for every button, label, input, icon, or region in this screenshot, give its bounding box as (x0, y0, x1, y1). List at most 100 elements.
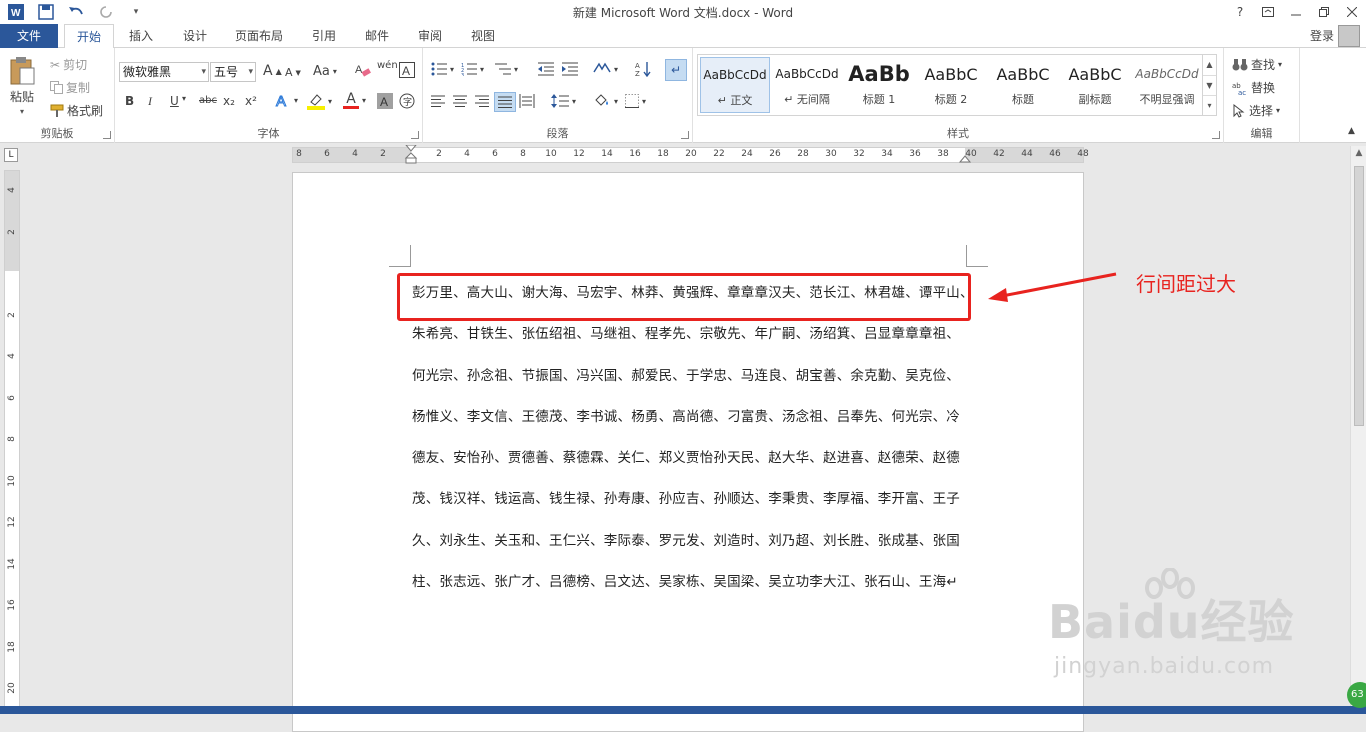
style-heading-2[interactable]: AaBbC 标题 2 (916, 57, 986, 113)
underline-dropdown-icon[interactable]: ▾ (182, 94, 186, 103)
highlight-button[interactable]: ▾ (307, 92, 332, 110)
style-heading-2-name: 标题 2 (934, 93, 968, 106)
italic-button[interactable]: I (148, 94, 152, 109)
editing-group: 查找 ▾ ab ac 替换 选择 ▾ 编辑 (1224, 48, 1300, 143)
tab-view[interactable]: 视图 (461, 24, 505, 48)
multilevel-list-button[interactable]: ▾ (495, 62, 518, 76)
styles-gallery-scroll[interactable]: ▲ ▼ ▾ (1202, 55, 1216, 115)
cut-button[interactable]: ✂ 剪切 (50, 56, 87, 73)
chevron-down-icon[interactable]: ▼ (1203, 75, 1216, 95)
strikethrough-button[interactable]: abc (199, 95, 217, 106)
numbering-button[interactable]: 1 2 3 ▾ (461, 62, 484, 76)
clipboard-launcher-icon[interactable] (103, 131, 111, 139)
scroll-up-icon[interactable]: ▲ (1351, 148, 1366, 158)
font-launcher-icon[interactable] (411, 131, 419, 139)
style-heading-1[interactable]: AaBb 标题 1 (844, 57, 914, 113)
tab-page-layout[interactable]: 页面布局 (228, 24, 290, 48)
tab-mailings[interactable]: 邮件 (355, 24, 399, 48)
font-name-combo[interactable]: 微软雅黑 ▾ (119, 62, 209, 82)
document-line[interactable]: 何光宗、孙念祖、节振国、冯兴国、郝爱民、于学忠、马连良、胡宝善、余克勤、吴克俭、 (412, 364, 972, 405)
indent-marker-icon[interactable] (403, 145, 419, 165)
phonetic-guide-button[interactable]: wén (377, 61, 398, 71)
paragraph-launcher-icon[interactable] (681, 131, 689, 139)
tab-design[interactable]: 设计 (172, 24, 218, 48)
tab-references[interactable]: 引用 (302, 24, 346, 48)
style-no-spacing[interactable]: AaBbCcDd ↵ 无间隔 (772, 57, 842, 113)
align-center-icon (453, 95, 467, 107)
vertical-ruler[interactable]: 4 2 2 4 6 8 10 12 14 16 18 20 (4, 170, 20, 714)
document-page[interactable]: 彭万里、高大山、谢大海、马宏宇、林莽、黄强辉、章章章汉夫、范长江、林君雄、谭平山… (292, 172, 1084, 732)
text-effects-button[interactable]: A ▾ (275, 92, 299, 109)
document-line[interactable]: 久、刘永生、关玉和、王仁兴、李际泰、罗元发、刘造时、刘乃超、刘长胜、张成基、张国 (412, 529, 972, 570)
close-icon[interactable] (1338, 0, 1366, 24)
chevron-up-icon[interactable]: ▲ (1203, 55, 1216, 75)
tab-file[interactable]: 文件 (0, 24, 58, 48)
align-left-button[interactable] (431, 95, 445, 107)
subscript-button[interactable]: x₂ (223, 94, 235, 108)
bullets-button[interactable]: ▾ (431, 62, 454, 76)
style-normal[interactable]: AaBbCcDd ↵ 正文 (700, 57, 770, 113)
vertical-scrollbar[interactable]: ▲ (1350, 146, 1366, 714)
styles-launcher-icon[interactable] (1212, 131, 1220, 139)
justify-button[interactable] (494, 92, 516, 112)
clear-formatting-button[interactable]: A (355, 62, 371, 78)
align-right-button[interactable] (475, 95, 489, 107)
font-color-button[interactable]: A ▾ (343, 92, 366, 109)
shrink-font-button[interactable]: A ▼ (285, 66, 301, 79)
tab-insert[interactable]: 插入 (118, 24, 164, 48)
style-subtle-emphasis[interactable]: AaBbCcDd 不明显强调 (1132, 57, 1202, 113)
replace-button[interactable]: ab ac 替换 (1232, 79, 1275, 96)
restore-icon[interactable] (1310, 0, 1338, 24)
borders-button[interactable]: ▾ (625, 94, 646, 108)
tab-selector[interactable]: L (4, 148, 18, 162)
document-line[interactable]: 茂、钱汉祥、钱运高、钱生禄、孙寿康、孙应吉、孙顺达、李秉贵、李厚福、李开富、王子 (412, 487, 972, 528)
distributed-button[interactable] (519, 94, 535, 108)
font-size-combo[interactable]: 五号 ▾ (210, 62, 256, 82)
change-case-button[interactable]: Aa ▾ (313, 64, 337, 79)
enclose-characters-button[interactable]: 字 (399, 93, 415, 109)
character-shading-button[interactable]: A (377, 93, 393, 109)
shading-button[interactable]: ▾ (593, 93, 618, 109)
line-spacing-button[interactable]: ▾ (551, 94, 576, 108)
copy-button[interactable]: 复制 (50, 79, 90, 96)
paste-dropdown-icon[interactable]: ▾ (20, 107, 24, 116)
document-line[interactable]: 德友、安怡孙、贾德善、蔡德霖、关仁、郑义贾怡孙天民、赵大华、赵进喜、赵德荣、赵德 (412, 446, 972, 487)
style-title[interactable]: AaBbC 标题 (988, 57, 1058, 113)
underline-button[interactable]: U (170, 94, 179, 108)
find-button[interactable]: 查找 ▾ (1232, 56, 1282, 73)
bold-button[interactable]: B (125, 94, 134, 108)
avatar[interactable] (1338, 25, 1360, 47)
vertical-ruler-tick-label: 4 (7, 353, 17, 359)
collapse-ribbon-icon[interactable]: ▲ (1348, 126, 1355, 136)
tab-review[interactable]: 审阅 (408, 24, 452, 48)
tab-home[interactable]: 开始 (64, 24, 114, 49)
decrease-indent-button[interactable] (538, 62, 554, 76)
select-button[interactable]: 选择 ▾ (1232, 102, 1280, 119)
right-indent-marker-icon[interactable] (959, 154, 971, 164)
style-subtitle[interactable]: AaBbC 副标题 (1060, 57, 1130, 113)
document-body[interactable]: 彭万里、高大山、谢大海、马宏宇、林莽、黄强辉、章章章汉夫、范长江、林君雄、谭平山… (412, 281, 974, 611)
format-painter-button[interactable]: 格式刷 (50, 102, 103, 119)
minimize-icon[interactable] (1282, 0, 1310, 24)
status-badge[interactable]: 63 (1347, 682, 1366, 708)
login-link[interactable]: 登录 (1310, 24, 1334, 48)
grow-font-button[interactable]: A ▲ (263, 63, 282, 79)
document-line[interactable]: 杨惟义、李文信、王德茂、李书诚、杨勇、高尚德、刁富贵、汤念祖、吕奉先、何光宗、冷 (412, 405, 972, 446)
character-border-button[interactable]: A (399, 62, 415, 78)
horizontal-ruler[interactable]: 8 6 4 2 2 4 6 8 10 12 14 16 18 20 22 24 26 28 30 32 34 36 38 40… (292, 145, 1089, 165)
align-center-button[interactable] (453, 95, 467, 107)
styles-group-label: 样式 (947, 127, 969, 140)
help-button[interactable]: ? (1226, 0, 1254, 24)
sort-button[interactable]: AZ (635, 61, 651, 77)
ribbon-display-icon[interactable] (1254, 0, 1282, 24)
document-line[interactable]: 柱、张志远、张广才、吕德榜、吕文达、吴家栋、吴国梁、吴立功李大江、张石山、王海↵ (412, 570, 972, 611)
scrollbar-thumb[interactable] (1354, 166, 1364, 426)
superscript-button[interactable]: x² (245, 94, 257, 108)
increase-indent-button[interactable] (562, 62, 578, 76)
show-formatting-marks-button[interactable]: ↵ (665, 59, 687, 81)
chinese-layout-button[interactable]: ▾ (593, 62, 618, 76)
character-shading-icon: A (377, 93, 393, 109)
paste-button[interactable]: 粘贴 ▾ (8, 56, 36, 116)
document-line[interactable]: 朱希亮、甘铁生、张伍绍祖、马继祖、程孝先、宗敬先、年广嗣、汤绍箕、吕显章章章祖、 (412, 322, 972, 363)
gallery-more-icon[interactable]: ▾ (1203, 95, 1216, 114)
